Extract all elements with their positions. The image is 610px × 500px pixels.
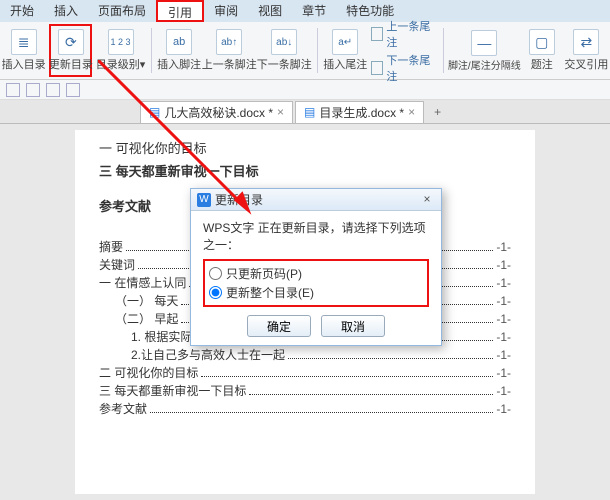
- toc-text: 2.让自己多与高效人士在一起: [131, 346, 285, 363]
- prev-endnote-icon: [371, 27, 384, 41]
- menu-tab-layout[interactable]: 页面布局: [88, 0, 156, 22]
- prev-endnote-button[interactable]: 上一条尾注: [371, 18, 435, 50]
- next-footnote-label: 下一条脚注: [257, 56, 312, 72]
- insert-toc-label: 插入目录: [2, 56, 46, 72]
- caption-button[interactable]: ▢ 题注: [523, 24, 561, 77]
- prev-footnote-icon: ab↑: [216, 29, 242, 55]
- caption-icon: ▢: [529, 29, 555, 55]
- toc-page: -1-: [496, 366, 511, 380]
- new-tab-button[interactable]: +: [426, 105, 449, 119]
- close-tab-1-icon[interactable]: ×: [277, 105, 284, 119]
- footnote-icon: ab: [166, 29, 192, 55]
- update-toc-button[interactable]: ⟳ 更新目录: [49, 24, 92, 77]
- toc-text: 摘要: [99, 238, 123, 255]
- toc-page: -1-: [496, 402, 511, 416]
- doc-icon: ▤: [149, 105, 160, 119]
- toc-text: （一） 每天: [115, 292, 178, 309]
- document-tab-1-label: 几大高效秘诀.docx *: [164, 104, 273, 121]
- save-icon[interactable]: [6, 83, 20, 97]
- insert-footnote-label: 插入脚注: [157, 56, 201, 72]
- doc-icon: ▤: [304, 105, 315, 119]
- separator-label: 脚注/尾注分隔线: [448, 57, 521, 72]
- endnote-icon: a↵: [332, 29, 358, 55]
- next-endnote-button[interactable]: 下一条尾注: [371, 52, 435, 84]
- toc-page: -1-: [496, 276, 511, 290]
- toc-text: 关键词: [99, 256, 135, 273]
- toc-level-label: 目录级别▾: [96, 56, 146, 72]
- crossref-button[interactable]: ⇄ 交叉引用: [567, 24, 606, 77]
- ok-button[interactable]: 确定: [247, 315, 311, 337]
- ribbon: ≣ 插入目录 ⟳ 更新目录 1 2 3 目录级别▾ ab 插入脚注 ab↑ 上一…: [0, 22, 610, 80]
- update-toc-label: 更新目录: [49, 56, 93, 72]
- insert-endnote-label: 插入尾注: [323, 56, 367, 72]
- dialog-titlebar[interactable]: W 更新目录 ×: [191, 189, 441, 211]
- toc-level-button[interactable]: 1 2 3 目录级别▾: [98, 24, 142, 77]
- preview-icon[interactable]: [46, 83, 60, 97]
- update-toc-dialog: W 更新目录 × WPS文字 正在更新目录，请选择下列选项之一： 只更新页码(P…: [190, 188, 442, 346]
- menu-tab-review[interactable]: 审阅: [204, 0, 248, 22]
- dialog-title: 更新目录: [215, 191, 263, 208]
- prev-footnote-label: 上一条脚注: [202, 56, 257, 72]
- insert-footnote-button[interactable]: ab 插入脚注: [159, 24, 198, 77]
- toc-line: 参考文献 -1-: [99, 400, 511, 417]
- close-icon[interactable]: ×: [419, 192, 435, 208]
- menu-tab-insert[interactable]: 插入: [44, 0, 88, 22]
- toc-text: （二） 早起: [115, 310, 178, 327]
- wps-logo-icon: W: [197, 193, 211, 207]
- toc-page: -1-: [496, 258, 511, 272]
- caption-label: 题注: [531, 56, 553, 72]
- body-text-2: 三 每天都重新审视一下目标: [99, 161, 511, 180]
- radio-whole-toc[interactable]: [209, 286, 222, 299]
- toc-text: 三 每天都重新审视一下目标: [99, 382, 246, 399]
- option-whole-toc[interactable]: 更新整个目录(E): [209, 284, 423, 301]
- next-endnote-icon: [371, 61, 384, 75]
- radio-pages-only[interactable]: [209, 267, 222, 280]
- separator-icon: ―: [471, 30, 497, 56]
- dialog-options: 只更新页码(P) 更新整个目录(E): [203, 259, 429, 307]
- quick-toolbar: [0, 80, 610, 100]
- insert-toc-button[interactable]: ≣ 插入目录: [4, 24, 43, 77]
- separator-button[interactable]: ― 脚注/尾注分隔线: [452, 24, 517, 77]
- toc-text: 一 在情感上认同: [99, 274, 186, 291]
- next-footnote-icon: ab↓: [271, 29, 297, 55]
- toc-page: -1-: [496, 384, 511, 398]
- toc-page: -1-: [496, 294, 511, 308]
- cancel-button[interactable]: 取消: [321, 315, 385, 337]
- toc-page: -1-: [496, 240, 511, 254]
- prev-footnote-button[interactable]: ab↑ 上一条脚注: [205, 24, 254, 77]
- document-tab-2-label: 目录生成.docx *: [319, 104, 404, 121]
- toc-page: -1-: [496, 312, 511, 326]
- menu-tab-chapter[interactable]: 章节: [292, 0, 336, 22]
- option-pages-only-label: 只更新页码(P): [226, 265, 302, 282]
- toc-line: 2.让自己多与高效人士在一起 -1-: [99, 346, 511, 363]
- levels-icon: 1 2 3: [108, 29, 134, 55]
- document-tab-bar: ▤ 几大高效秘诀.docx * × ▤ 目录生成.docx * × +: [0, 100, 610, 124]
- dialog-prompt: WPS文字 正在更新目录，请选择下列选项之一：: [203, 219, 429, 253]
- toc-line: 三 每天都重新审视一下目标 -1-: [99, 382, 511, 399]
- endnote-nav: 上一条尾注 下一条尾注: [371, 24, 435, 77]
- toc-text: 参考文献: [99, 400, 147, 417]
- menu-tab-start[interactable]: 开始: [0, 0, 44, 22]
- refresh-icon: ⟳: [58, 29, 84, 55]
- toc-line: 二 可视化你的目标 -1-: [99, 364, 511, 381]
- crossref-icon: ⇄: [573, 29, 599, 55]
- document-tab-1[interactable]: ▤ 几大高效秘诀.docx * ×: [140, 101, 293, 123]
- toc-page: -1-: [496, 348, 511, 362]
- toc-icon: ≣: [11, 29, 37, 55]
- print-icon[interactable]: [26, 83, 40, 97]
- undo-icon[interactable]: [66, 83, 80, 97]
- menu-bar: 开始 插入 页面布局 引用 审阅 视图 章节 特色功能: [0, 0, 610, 22]
- menu-tab-references[interactable]: 引用: [156, 0, 204, 22]
- toc-text: 二 可视化你的目标: [99, 364, 198, 381]
- document-tab-2[interactable]: ▤ 目录生成.docx * ×: [295, 101, 424, 123]
- toc-page: -1-: [496, 330, 511, 344]
- crossref-label: 交叉引用: [564, 56, 608, 72]
- option-whole-toc-label: 更新整个目录(E): [226, 284, 314, 301]
- close-tab-2-icon[interactable]: ×: [408, 105, 415, 119]
- body-text-1: 一 可视化你的目标: [99, 138, 511, 157]
- menu-tab-view[interactable]: 视图: [248, 0, 292, 22]
- insert-endnote-button[interactable]: a↵ 插入尾注: [326, 24, 365, 77]
- option-pages-only[interactable]: 只更新页码(P): [209, 265, 423, 282]
- next-footnote-button[interactable]: ab↓ 下一条脚注: [260, 24, 309, 77]
